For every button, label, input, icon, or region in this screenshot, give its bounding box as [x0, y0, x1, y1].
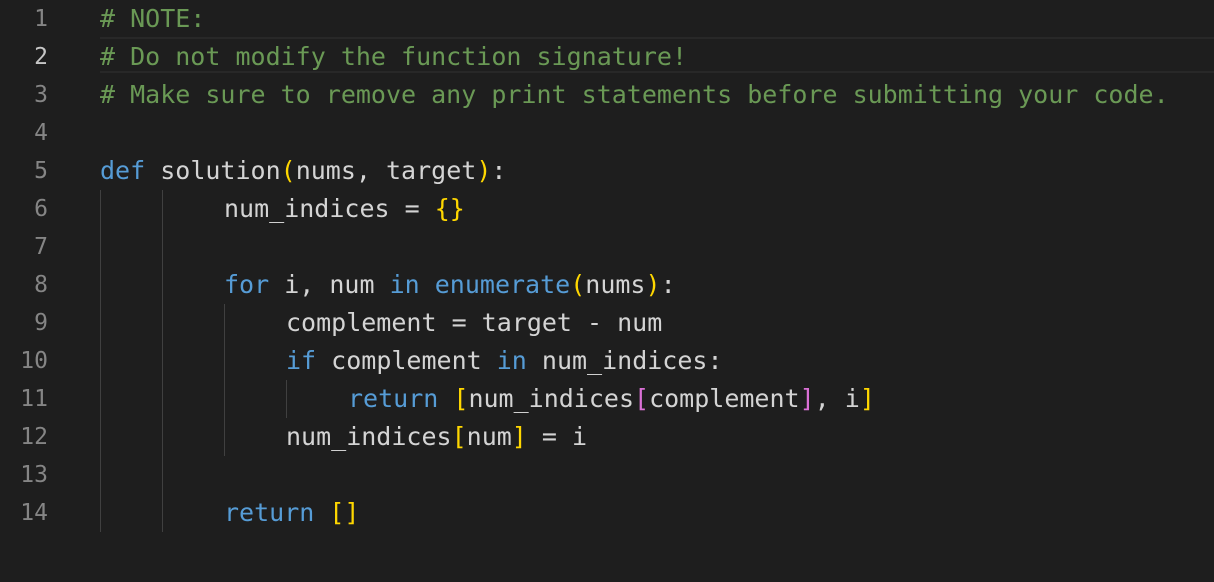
- assignment: = i: [526, 422, 588, 451]
- line-number-gutter: 1 2 3 4 5 6 7 8 9 10 11 12 13 14: [0, 0, 60, 582]
- bracket: []: [329, 498, 360, 527]
- line-number: 4: [34, 120, 48, 146]
- code-line-5: def solution(nums, target):: [100, 152, 1214, 190]
- comment: # Do not modify the function signature!: [100, 42, 687, 71]
- line-number: 3: [34, 82, 48, 108]
- bracket: (: [280, 156, 296, 185]
- operator: =: [389, 194, 435, 223]
- bracket: ): [645, 270, 661, 299]
- line-number: 8: [34, 272, 48, 298]
- identifier: num_indices: [286, 422, 452, 451]
- line-number-active: 2: [34, 44, 48, 70]
- line-number: 7: [34, 234, 48, 260]
- line-number: 10: [20, 348, 48, 374]
- code-line-3: # Make sure to remove any print statemen…: [100, 76, 1214, 114]
- parameters: nums, target: [295, 156, 477, 185]
- loop-vars: i, num: [269, 270, 390, 299]
- identifier: num: [466, 422, 512, 451]
- colon: :: [660, 270, 676, 299]
- code-line-6: num_indices = {}: [224, 190, 1214, 228]
- argument: nums: [585, 270, 646, 299]
- code-line-12: num_indices[num] = i: [286, 418, 1214, 456]
- bracket: ]: [511, 422, 527, 451]
- expression: complement: [316, 346, 497, 375]
- comment: # Make sure to remove any print statemen…: [100, 80, 1169, 109]
- bracket: [: [634, 384, 650, 413]
- line-number: 5: [34, 158, 48, 184]
- line-number: 12: [20, 424, 48, 450]
- code-line-11: return [num_indices[complement], i]: [348, 380, 1214, 418]
- code-area[interactable]: # NOTE: # Do not modify the function sig…: [100, 0, 1214, 582]
- bracket: ]: [859, 384, 875, 413]
- function-name: solution: [160, 156, 281, 185]
- code-line-14: return []: [224, 494, 1214, 532]
- bracket: {: [434, 194, 450, 223]
- line-number: 13: [20, 462, 48, 488]
- identifier: num_indices: [468, 384, 635, 413]
- builtin-enumerate: enumerate: [434, 270, 571, 299]
- keyword-for: for: [224, 270, 270, 299]
- colon: :: [491, 156, 507, 185]
- variable: num_indices: [224, 194, 390, 223]
- identifier: , i: [814, 384, 860, 413]
- code-editor[interactable]: 1 2 3 4 5 6 7 8 9 10 11 12 13 14 # NOTE:…: [0, 0, 1214, 582]
- line-number: 11: [20, 386, 48, 412]
- keyword-def: def: [100, 156, 146, 185]
- keyword-in: in: [389, 270, 420, 299]
- code-line-9: complement = target - num: [286, 304, 1214, 342]
- keyword-in: in: [496, 346, 527, 375]
- code-line-2: # Do not modify the function signature!: [100, 38, 1214, 76]
- code-line-10: if complement in num_indices:: [286, 342, 1214, 380]
- line-number: 9: [34, 310, 48, 336]
- identifier: complement: [649, 384, 800, 413]
- line-number: 14: [20, 500, 48, 526]
- bracket: [: [451, 422, 467, 451]
- statement: complement = target - num: [286, 308, 663, 337]
- keyword-return: return: [224, 498, 315, 527]
- bracket: ]: [799, 384, 815, 413]
- code-line-8: for i, num in enumerate(nums):: [224, 266, 1214, 304]
- comment: # NOTE:: [100, 4, 206, 33]
- line-number: 1: [34, 6, 48, 32]
- expression-tail: num_indices:: [526, 346, 723, 375]
- line-number: 6: [34, 196, 48, 222]
- bracket: (: [570, 270, 586, 299]
- bracket: }: [449, 194, 465, 223]
- bracket: [: [453, 384, 469, 413]
- bracket: ): [476, 156, 492, 185]
- keyword-return: return: [348, 384, 439, 413]
- keyword-if: if: [286, 346, 317, 375]
- code-line-1: # NOTE:: [100, 0, 1214, 38]
